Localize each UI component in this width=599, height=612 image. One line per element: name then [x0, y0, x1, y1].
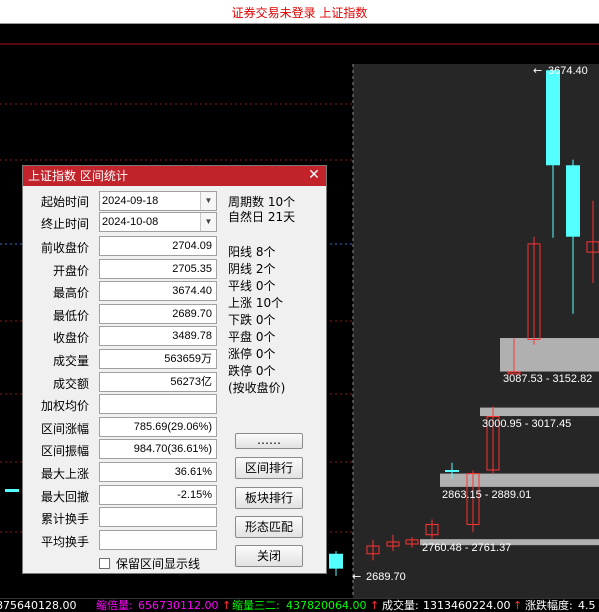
stat-natural-days: 自然日 21天	[228, 210, 296, 224]
keep-range-line-checkbox[interactable]	[99, 558, 110, 569]
candle-body	[329, 553, 343, 569]
field-label: 累计换手	[40, 512, 89, 526]
chevron-down-icon[interactable]: ▼	[200, 192, 216, 210]
field-label: 最高价	[52, 286, 89, 300]
pattern-match-button[interactable]: 形态匹配	[235, 516, 303, 538]
price-label: 2689.70	[366, 571, 406, 583]
candle-body	[566, 165, 580, 237]
keep-range-line-label: 保留区间显示线	[116, 557, 201, 571]
stat-fall: 下跌 0个	[228, 313, 276, 327]
field-label: 区间涨幅	[40, 422, 89, 436]
shrink3-value: 437820064.00	[286, 599, 367, 612]
close-icon[interactable]: ✕	[306, 167, 322, 184]
keep-range-line-option[interactable]: 保留区间显示线	[99, 555, 200, 572]
status-text: 证券交易未登录 上证指数	[231, 6, 368, 20]
deal-value: 1313460224.00	[423, 599, 511, 612]
more-button[interactable]: ……	[235, 433, 303, 449]
field-value: 563659万	[99, 349, 217, 369]
arrow-left-icon: ←	[352, 570, 361, 583]
deal-arrow: ↑	[513, 599, 523, 612]
field-value: 2689.70	[99, 304, 217, 324]
price-label: 3674.40	[548, 65, 588, 77]
candle-body	[445, 469, 459, 472]
price-label: 2863.15 - 2889.01	[442, 489, 531, 501]
end-time-select[interactable]: 2024-10-08 ▼	[99, 212, 217, 232]
stat-limit-up: 涨停 0个	[228, 347, 276, 361]
shrink3-arrow: ↑	[370, 599, 380, 612]
field-value: -2.15%	[99, 485, 217, 505]
field-label: 加权均价	[40, 399, 89, 413]
field-value	[99, 394, 217, 414]
field-label: 成交额	[52, 377, 89, 391]
dialog-title: 上证指数 区间统计	[28, 169, 128, 183]
start-time-select[interactable]: 2024-09-18 ▼	[99, 191, 217, 211]
dialog-titlebar[interactable]: 上证指数 区间统计 ✕	[23, 166, 326, 186]
close-button[interactable]: 关闭	[235, 545, 303, 567]
field-value: 3489.78	[99, 326, 217, 346]
stat-limit-down: 跌停 0个	[228, 364, 276, 378]
field-value	[99, 530, 217, 550]
field-label: 最低价	[52, 309, 89, 323]
field-value: 785.69(29.06%)	[99, 417, 217, 437]
shrink3-label: 缩量三二:	[232, 599, 280, 612]
shrink-arrow: ↑	[222, 599, 232, 612]
field-value: 3674.40	[99, 281, 217, 301]
start-time-label: 起始时间	[40, 195, 89, 209]
gap-band	[480, 407, 599, 417]
field-value	[99, 507, 217, 527]
field-label: 开盘价	[52, 264, 89, 278]
start-time-value: 2024-09-18	[102, 195, 159, 207]
volume-value: 875640128.00	[0, 599, 77, 612]
deal-label: 成交量:	[382, 599, 419, 612]
shrink-value: 656730112.00	[138, 599, 219, 612]
price-label: 2760.48 - 2761.37	[422, 542, 511, 554]
indicator-bar: 875640128.00 缩倍量: 656730112.00 ↑ 缩量三二: 4…	[0, 598, 599, 612]
field-label: 平均换手	[40, 535, 89, 549]
field-label: 收盘价	[52, 331, 89, 345]
stat-rise: 上涨 10个	[228, 296, 284, 310]
field-value: 36.61%	[99, 462, 217, 482]
field-value: 56273亿	[99, 372, 217, 392]
stat-flat-candles: 平线 0个	[228, 279, 276, 293]
change-value: 4.5	[578, 599, 596, 612]
stat-down-candles: 阴线 2个	[228, 262, 276, 276]
end-time-value: 2024-10-08	[102, 216, 159, 228]
selection-region	[353, 64, 599, 598]
field-label: 区间振幅	[40, 444, 89, 458]
field-label: 前收盘价	[40, 241, 89, 255]
gap-band	[440, 473, 599, 487]
candle-body	[546, 70, 560, 166]
candle-body	[5, 489, 19, 492]
range-rank-button[interactable]: 区间排行	[235, 457, 303, 479]
field-value: 2705.35	[99, 259, 217, 279]
field-value: 2704.09	[99, 236, 217, 256]
stat-basis: (按收盘价)	[228, 381, 286, 395]
sector-rank-button[interactable]: 板块排行	[235, 487, 303, 509]
field-label: 最大上涨	[40, 467, 89, 481]
change-label: 涨跌幅度:	[525, 599, 573, 612]
price-label: 3087.53 - 3152.82	[503, 373, 592, 385]
chevron-down-icon[interactable]: ▼	[200, 213, 216, 231]
gap-band	[500, 338, 599, 372]
field-value: 984.70(36.61%)	[99, 439, 217, 459]
field-label: 最大回撤	[40, 490, 89, 504]
stat-unchanged: 平盘 0个	[228, 330, 276, 344]
end-time-label: 终止时间	[40, 217, 89, 231]
shrink-label: 缩倍量:	[96, 599, 133, 612]
arrow-left-icon: ←	[533, 64, 542, 77]
stat-up-candles: 阳线 8个	[228, 245, 276, 259]
range-stats-dialog: 上证指数 区间统计 ✕ 起始时间 2024-09-18 ▼ 终止时间 2024-…	[22, 165, 327, 574]
field-label: 成交量	[52, 354, 89, 368]
price-label: 3000.95 - 3017.45	[482, 418, 571, 430]
status-bar: 证券交易未登录 上证指数	[0, 0, 599, 24]
